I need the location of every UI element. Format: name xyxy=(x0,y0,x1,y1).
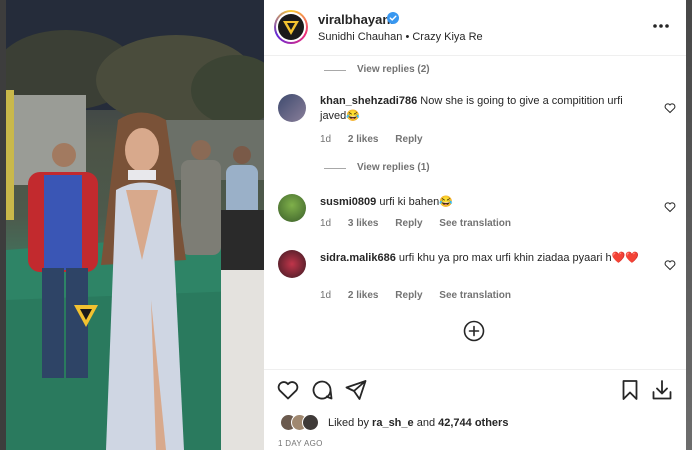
comment-likes[interactable]: 2 likes xyxy=(348,290,379,301)
comment-icon[interactable] xyxy=(310,378,334,402)
liker-username[interactable]: ra_sh_e xyxy=(372,417,414,429)
post-date: 1 DAY AGO xyxy=(278,439,323,448)
reply-button[interactable]: Reply xyxy=(395,218,422,229)
comment-meta: 1d 2 likes Reply See translation xyxy=(320,290,525,301)
share-icon[interactable] xyxy=(344,378,368,402)
more-options-button[interactable] xyxy=(650,16,672,36)
comment-time: 1d xyxy=(320,134,332,145)
comment-meta: 1d 3 likes Reply See translation xyxy=(320,218,525,229)
liker-avatars[interactable] xyxy=(280,414,324,432)
post-viewer: viralbhayani Sunidhi Chauhan • Crazy Kiy… xyxy=(0,0,692,450)
comment-text: urfi ki bahen😂 xyxy=(379,196,453,208)
heart-icon[interactable] xyxy=(664,102,676,114)
comment-body: susmi0809 urfi ki bahen😂 xyxy=(320,195,650,210)
see-translation-button[interactable]: See translation xyxy=(439,218,511,229)
replies-divider xyxy=(324,168,346,169)
comment-time: 1d xyxy=(320,218,332,229)
comment-likes[interactable]: 2 likes xyxy=(348,134,379,145)
post-header: viralbhayani Sunidhi Chauhan • Crazy Kiy… xyxy=(264,0,686,56)
heart-icon[interactable] xyxy=(664,201,676,213)
commenter-avatar[interactable] xyxy=(278,250,306,278)
add-comment-icon[interactable] xyxy=(463,320,485,342)
heart-icon[interactable] xyxy=(276,378,300,402)
comment-body: khan_shehzadi786 Now she is going to giv… xyxy=(320,94,650,124)
video-frame-illustration xyxy=(6,0,264,450)
commenter-avatar[interactable] xyxy=(278,194,306,222)
reply-button[interactable]: Reply xyxy=(395,134,422,145)
post-video[interactable] xyxy=(6,0,264,450)
backdrop-right xyxy=(686,0,692,450)
comment-body: sidra.malik686 urfi khu ya pro max urfi … xyxy=(320,251,650,266)
heart-icon[interactable] xyxy=(664,259,676,271)
brand-logo-icon xyxy=(283,21,299,35)
replies-divider xyxy=(324,70,346,71)
likes-summary: Liked by ra_sh_e and 42,744 others xyxy=(264,409,686,435)
post-details-panel: viralbhayani Sunidhi Chauhan • Crazy Kiy… xyxy=(264,0,686,450)
download-icon[interactable] xyxy=(650,378,674,402)
more-horizontal-icon xyxy=(653,24,669,28)
comment-text: urfi khu ya pro max urfi khin ziadaa pya… xyxy=(398,252,640,264)
commenter-username[interactable]: sidra.malik686 xyxy=(320,252,396,264)
see-translation-button[interactable]: See translation xyxy=(439,290,511,301)
comments-list[interactable]: View replies (2) khan_shehzadi786 Now sh… xyxy=(264,56,686,369)
likes-text[interactable]: Liked by ra_sh_e and 42,744 others xyxy=(328,417,508,429)
verified-badge-icon xyxy=(387,12,399,24)
author-avatar[interactable] xyxy=(274,10,308,44)
comment-meta: 1d 2 likes Reply xyxy=(320,134,437,145)
likes-count[interactable]: 42,744 others xyxy=(438,417,508,429)
commenter-username[interactable]: khan_shehzadi786 xyxy=(320,95,417,107)
comment-likes[interactable]: 3 likes xyxy=(348,218,379,229)
reply-button[interactable]: Reply xyxy=(395,290,422,301)
audio-location-line[interactable]: Sunidhi Chauhan • Crazy Kiya Re xyxy=(318,31,483,43)
liker-avatar xyxy=(302,414,319,431)
commenter-username[interactable]: susmi0809 xyxy=(320,196,376,208)
commenter-avatar[interactable] xyxy=(278,94,306,122)
bookmark-icon[interactable] xyxy=(618,378,642,402)
comment-time: 1d xyxy=(320,290,332,301)
post-actions-bar xyxy=(264,369,686,409)
author-username[interactable]: viralbhayani xyxy=(318,12,394,27)
